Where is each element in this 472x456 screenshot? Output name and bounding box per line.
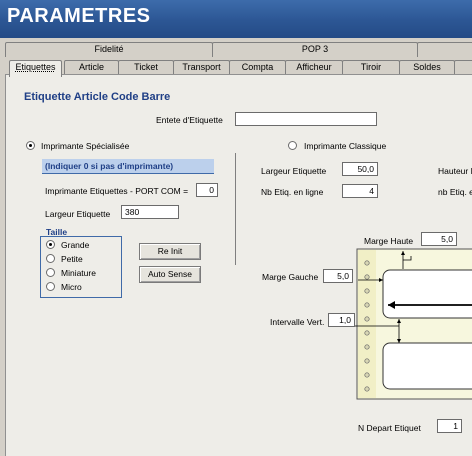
taille-miniature-radio[interactable] [46,268,55,277]
label-layout-diagram [355,248,472,400]
marge-gauche-input[interactable]: 5,0 [323,269,353,283]
tab-soldes[interactable]: Soldes [399,60,455,75]
n-depart-label: N Depart Etiquet [358,423,421,433]
section-title: Etiquette Article Code Barre [24,91,171,103]
tab-more[interactable] [417,42,472,57]
tab-label: Compta [241,62,274,72]
tab-label: Etiquettes [15,62,56,72]
tab-label: Fidelité [94,44,124,54]
tab-afficheur[interactable]: Afficheur [285,60,343,75]
reinit-button[interactable]: Re Init [139,243,201,260]
intervalle-vert-input[interactable]: 1,0 [328,313,355,327]
port-com-input[interactable]: 0 [196,183,218,197]
nb-etiq-ligne-label: Nb Etiq. en ligne [261,187,324,197]
largeur-specialisee-label: Largeur Etiquette [45,209,111,219]
imprimante-specialisee-radio[interactable] [26,141,35,150]
entete-label: Entete d'Etiquette [156,115,223,125]
window-title: PARAMETRES [7,5,151,27]
tab-label: POP 3 [301,44,329,54]
tab-label: Transport [182,62,221,72]
largeur-classique-input[interactable]: 50,0 [342,162,378,176]
tab-label: Article [78,62,104,72]
marge-haute-input[interactable]: 5,0 [421,232,457,246]
tab-overflow[interactable] [454,60,472,75]
marge-haute-label: Marge Haute [364,236,414,246]
tab-compta[interactable]: Compta [229,60,286,75]
hint-text: (Indiquer 0 si pas d'imprimante) [45,161,174,171]
imprimante-classique-label: Imprimante Classique [304,141,387,151]
imprimante-classique-radio[interactable] [288,141,297,150]
taille-grande-radio[interactable] [46,240,55,249]
vertical-divider [235,153,236,265]
auto-sense-button[interactable]: Auto Sense [139,266,201,283]
entete-input[interactable] [235,112,377,126]
intervalle-vert-label: Intervalle Vert. [270,317,325,327]
tab-article[interactable]: Article [64,60,119,75]
nb-etiq-colonne-label: nb Etiq. e [438,187,472,197]
taille-miniature-label: Miniature [61,268,96,278]
diagram-label-2 [382,269,472,319]
diagram-label-1 [382,342,472,390]
marge-gauche-label: Marge Gauche [262,272,319,282]
largeur-classique-label: Largeur Etiquette [261,166,327,176]
tab-ticket[interactable]: Ticket [118,60,174,75]
tab-label: Soldes [413,62,441,72]
hauteur-label: Hauteur E [438,166,472,176]
nb-etiq-ligne-input[interactable]: 4 [342,184,378,198]
tab-label: Ticket [134,62,158,72]
port-com-label: Imprimante Etiquettes - PORT COM = [45,186,189,196]
taille-petite-radio[interactable] [46,254,55,263]
tab-transport[interactable]: Transport [173,60,230,75]
tab-tiroir[interactable]: Tiroir [342,60,400,75]
tab-pop3[interactable]: POP 3 [212,42,418,57]
largeur-specialisee-input[interactable]: 380 [121,205,179,219]
tab-label: Afficheur [296,62,332,72]
taille-grande-label: Grande [61,240,90,250]
imprimante-specialisee-label: Imprimante Spécialisée [41,141,130,151]
taille-petite-label: Petite [61,254,83,264]
tab-fidelite[interactable]: Fidelité [5,42,213,57]
tab-panel: Etiquette Article Code Barre Entete d'Et… [5,74,472,456]
taille-micro-label: Micro [61,282,82,292]
title-bar: PARAMETRES [0,0,472,38]
tab-etiquettes[interactable]: Etiquettes [9,60,62,77]
tab-label: Tiroir [360,62,382,72]
n-depart-input[interactable]: 1 [437,419,462,433]
taille-micro-radio[interactable] [46,282,55,291]
